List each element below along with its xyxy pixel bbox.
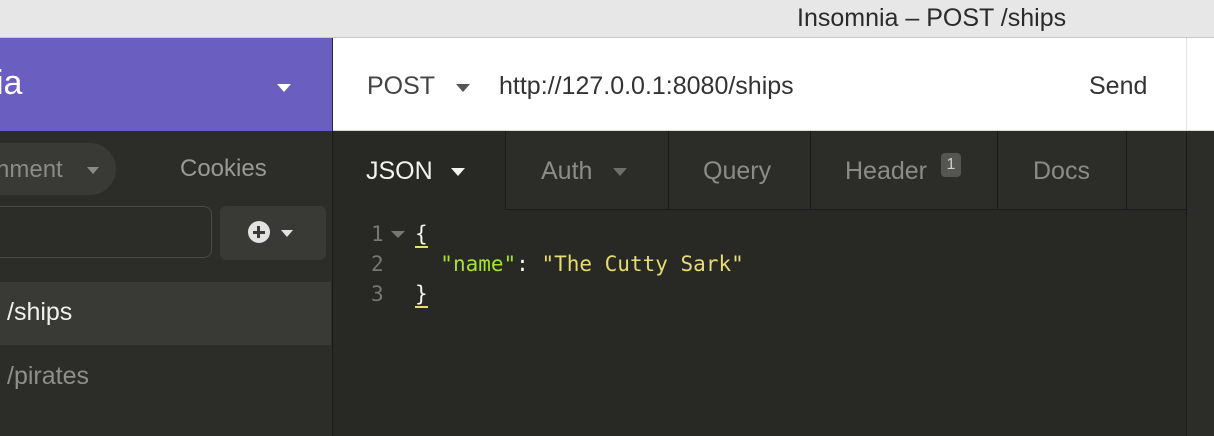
open-brace: { — [415, 222, 428, 248]
chevron-down-icon — [87, 167, 99, 174]
tab-header[interactable]: Header 1 — [810, 131, 997, 209]
chevron-down-icon — [613, 168, 627, 176]
chevron-down-icon[interactable] — [277, 84, 291, 92]
json-editor[interactable]: 1 { 2 "name": "The Cutty Sark" 3 } — [333, 210, 1186, 436]
tab-spacer — [1126, 131, 1186, 209]
method-selector[interactable]: POST — [367, 72, 435, 101]
chevron-down-icon — [451, 168, 465, 176]
sidebar-item-label: /pirates — [7, 362, 89, 390]
chevron-down-icon — [281, 230, 293, 237]
chevron-down-icon[interactable] — [456, 84, 470, 92]
response-pane — [1186, 131, 1214, 436]
code-line: 3 } — [333, 278, 1186, 308]
workspace-name: ia — [0, 64, 23, 102]
json-key: "name" — [440, 252, 517, 276]
close-brace: } — [415, 282, 428, 308]
line-number: 2 — [371, 252, 384, 276]
sidebar-item-label: /ships — [7, 298, 73, 326]
send-button[interactable]: Send — [1089, 72, 1147, 101]
code-line: 1 { — [333, 218, 1186, 248]
url-bar: POST http://127.0.0.1:8080/ships Send — [333, 38, 1214, 131]
window-titlebar: Insomnia – POST /ships — [0, 0, 1214, 38]
tab-label: Auth — [541, 157, 593, 185]
tab-query[interactable]: Query — [668, 131, 810, 209]
request-tabs: JSON Auth Query Header 1 Docs — [333, 131, 1186, 211]
url-input[interactable]: http://127.0.0.1:8080/ships — [499, 72, 794, 101]
tab-json[interactable]: JSON — [333, 131, 505, 211]
tab-label: Docs — [1033, 157, 1090, 185]
json-string-value: "The Cutty Sark" — [541, 252, 744, 276]
environment-label: nment — [0, 156, 63, 183]
line-number: 1 — [371, 222, 384, 246]
tab-label: JSON — [366, 157, 433, 185]
header-count-badge: 1 — [941, 153, 961, 177]
json-colon: : — [516, 252, 542, 276]
code-line: 2 "name": "The Cutty Sark" — [333, 248, 1186, 278]
sidebar: nment Cookies /ships /pirates — [0, 131, 333, 436]
window-title: Insomnia – POST /ships — [797, 4, 1067, 32]
tab-label: Query — [703, 157, 772, 185]
tab-label: Header — [845, 157, 927, 185]
fold-arrow-icon[interactable] — [391, 231, 405, 238]
workspace-header[interactable]: ia — [0, 38, 332, 131]
tab-auth[interactable]: Auth — [505, 131, 668, 209]
divider — [1186, 38, 1187, 131]
environment-selector[interactable]: nment — [0, 143, 116, 195]
cookies-button[interactable]: Cookies — [180, 155, 267, 183]
line-number: 3 — [371, 282, 384, 306]
plus-circle-icon — [248, 221, 270, 243]
sidebar-item-pirates[interactable]: /pirates — [0, 346, 331, 409]
tab-docs[interactable]: Docs — [997, 131, 1126, 209]
filter-input[interactable] — [0, 206, 212, 258]
sidebar-item-ships[interactable]: /ships — [0, 282, 331, 345]
add-request-button[interactable] — [220, 206, 326, 260]
